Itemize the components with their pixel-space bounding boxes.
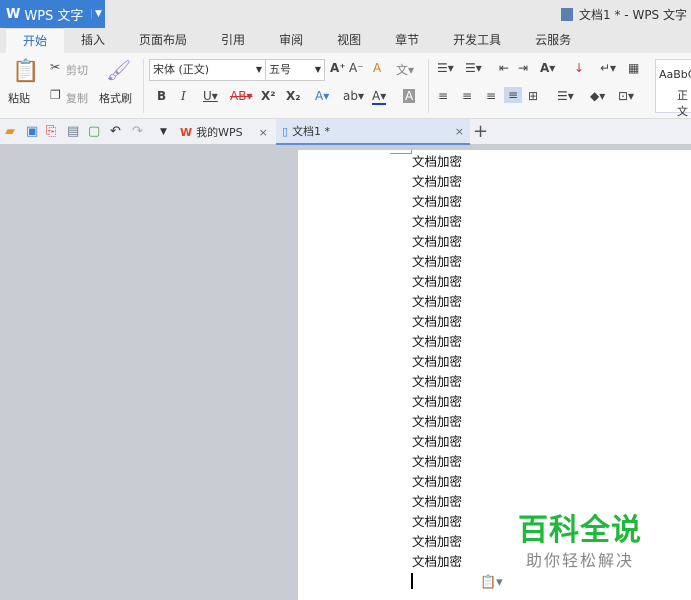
font-color-icon[interactable]: A▾ xyxy=(372,89,387,105)
tab-4[interactable]: 审阅 xyxy=(262,28,320,53)
paste-icon[interactable]: 📋 xyxy=(12,59,39,84)
open-icon[interactable]: ▰ xyxy=(5,124,15,139)
numbered-list-icon[interactable]: ☰▾ xyxy=(465,61,482,75)
document-line: 文档加密 xyxy=(412,254,463,269)
document-icon: ▯ xyxy=(282,124,289,138)
copy-button[interactable]: 复制 xyxy=(66,90,88,106)
underline-icon[interactable]: U▾ xyxy=(203,89,218,103)
sort-icon[interactable]: ↓ xyxy=(574,61,584,75)
document-line: 文档加密 xyxy=(412,494,463,509)
export-pdf-icon[interactable]: ⎘ xyxy=(46,124,56,139)
wps-logo-icon: W xyxy=(6,6,21,22)
save-icon[interactable]: ▣ xyxy=(26,124,38,139)
font-size-select[interactable]: 五号 ▼ xyxy=(265,59,325,81)
strikethrough-icon[interactable]: AB▾ xyxy=(230,89,252,103)
watermark-logo: 百科全说 助你轻松解决 xyxy=(518,513,642,570)
tab-7[interactable]: 开发工具 xyxy=(436,28,518,53)
line-spacing-icon[interactable]: ☰▾ xyxy=(557,89,574,103)
document-line: 文档加密 xyxy=(412,234,463,249)
copy-icon: ❐ xyxy=(50,88,61,102)
ribbon: 📋 粘贴 ✂ 剪切 ❐ 复制 🖌 格式刷 宋体 (正文) ▼ 五号 ▼ A⁺ A⁻ … xyxy=(0,53,691,119)
document-line: 文档加密 xyxy=(412,474,463,489)
menu-tabs: 开始 插入 页面布局 引用 审阅 视图 章节 开发工具 云服务 xyxy=(0,28,691,53)
document-line: 文档加密 xyxy=(412,514,463,529)
tab-document1[interactable]: ▯ 文档1 * × xyxy=(276,119,470,145)
document-line: 文档加密 xyxy=(412,354,463,369)
format-painter-icon[interactable]: 🖌 xyxy=(106,58,131,82)
window-title: 文档1 * - WPS 文字 xyxy=(561,6,687,23)
document-line: 文档加密 xyxy=(412,414,463,429)
tab-my-wps[interactable]: W 我的WPS × xyxy=(180,119,268,145)
clear-format-icon[interactable]: A xyxy=(373,61,381,75)
tab-3[interactable]: 引用 xyxy=(204,28,262,53)
cut-button[interactable]: 剪切 xyxy=(66,62,88,78)
document-line: 文档加密 xyxy=(412,394,463,409)
document-line: 文档加密 xyxy=(412,554,463,569)
document-line: 文档加密 xyxy=(412,534,463,549)
italic-icon[interactable]: I xyxy=(181,89,186,103)
text-cursor xyxy=(411,573,413,589)
tab-6[interactable]: 章节 xyxy=(378,28,436,53)
scissors-icon: ✂ xyxy=(50,60,61,74)
bullet-list-icon[interactable]: ☰▾ xyxy=(437,61,454,75)
decrease-indent-icon[interactable]: ⇤ xyxy=(499,61,509,75)
document-line: 文档加密 xyxy=(412,174,463,189)
margin-marker xyxy=(390,150,412,154)
align-left-icon[interactable]: ≡ xyxy=(438,89,448,103)
border-icon[interactable]: ⊡▾ xyxy=(618,89,634,103)
char-shading-icon[interactable]: A xyxy=(403,89,416,103)
shrink-font-icon[interactable]: A⁻ xyxy=(349,61,364,75)
document-line: 文档加密 xyxy=(412,214,463,229)
justify-icon[interactable]: ≡ xyxy=(504,87,523,103)
tab-8[interactable]: 云服务 xyxy=(518,28,588,53)
document-line: 文档加密 xyxy=(412,194,463,209)
align-right-icon[interactable]: ≡ xyxy=(486,89,496,103)
close-icon[interactable]: × xyxy=(455,125,464,138)
change-case-icon[interactable]: A▾ xyxy=(540,61,555,75)
format-painter-button[interactable]: 格式刷 xyxy=(99,90,132,106)
paste-options-icon[interactable]: 📋▾ xyxy=(480,575,503,590)
tab-5[interactable]: 视图 xyxy=(320,28,378,53)
document-line: 文档加密 xyxy=(412,294,463,309)
distribute-icon[interactable]: ⊞ xyxy=(528,89,538,103)
document-line: 文档加密 xyxy=(412,314,463,329)
document-line: 文档加密 xyxy=(412,334,463,349)
undo-icon[interactable]: ↶ xyxy=(110,124,121,139)
document-line: 文档加密 xyxy=(412,434,463,449)
chevron-down-icon[interactable]: ▼ xyxy=(91,9,105,19)
tab-1[interactable]: 插入 xyxy=(64,28,122,53)
wps-logo-icon: W xyxy=(180,125,193,139)
style-normal[interactable]: AaBbC 正文 xyxy=(655,59,691,118)
document-line: 文档加密 xyxy=(412,374,463,389)
print-icon[interactable]: ▤ xyxy=(67,124,79,139)
increase-indent-icon[interactable]: ⇥ xyxy=(518,61,528,75)
subscript-icon[interactable]: X₂ xyxy=(286,89,301,103)
table-icon[interactable]: ▦ xyxy=(628,61,639,75)
bold-icon[interactable]: B xyxy=(157,89,166,103)
close-icon[interactable]: × xyxy=(259,126,268,139)
tab-0[interactable]: 开始 xyxy=(6,28,65,53)
paragraph-mark-icon[interactable]: ↵▾ xyxy=(600,61,616,75)
quick-access-bar: ▰ ▣ ⎘ ▤ ▢ ↶ ↷ ▼ W 我的WPS × ▯ 文档1 * × + xyxy=(0,119,691,145)
pinyin-icon[interactable]: 文▾ xyxy=(396,61,414,78)
document-line: 文档加密 xyxy=(412,454,463,469)
superscript-icon[interactable]: X² xyxy=(261,89,276,103)
align-center-icon[interactable]: ≡ xyxy=(462,89,472,103)
new-tab-icon[interactable]: + xyxy=(473,121,488,142)
document-icon xyxy=(561,8,574,21)
app-menu-button[interactable]: W WPS 文字 ▼ xyxy=(0,0,105,28)
redo-icon[interactable]: ↷ xyxy=(132,124,143,139)
font-family-select[interactable]: 宋体 (正文) ▼ xyxy=(149,59,266,81)
document-line: 文档加密 xyxy=(412,154,463,169)
title-bar: W WPS 文字 ▼ 文档1 * - WPS 文字 xyxy=(0,0,691,28)
text-effect-icon[interactable]: A▾ xyxy=(315,89,329,103)
shading-icon[interactable]: ◆▾ xyxy=(590,89,605,103)
print-preview-icon[interactable]: ▢ xyxy=(88,124,100,139)
document-line: 文档加密 xyxy=(412,274,463,289)
tab-2[interactable]: 页面布局 xyxy=(122,28,204,53)
grow-font-icon[interactable]: A⁺ xyxy=(330,61,346,75)
customize-dropdown-icon[interactable]: ▼ xyxy=(160,127,167,137)
highlight-icon[interactable]: ab▾ xyxy=(343,89,364,103)
paste-button[interactable]: 粘贴 xyxy=(8,90,30,106)
